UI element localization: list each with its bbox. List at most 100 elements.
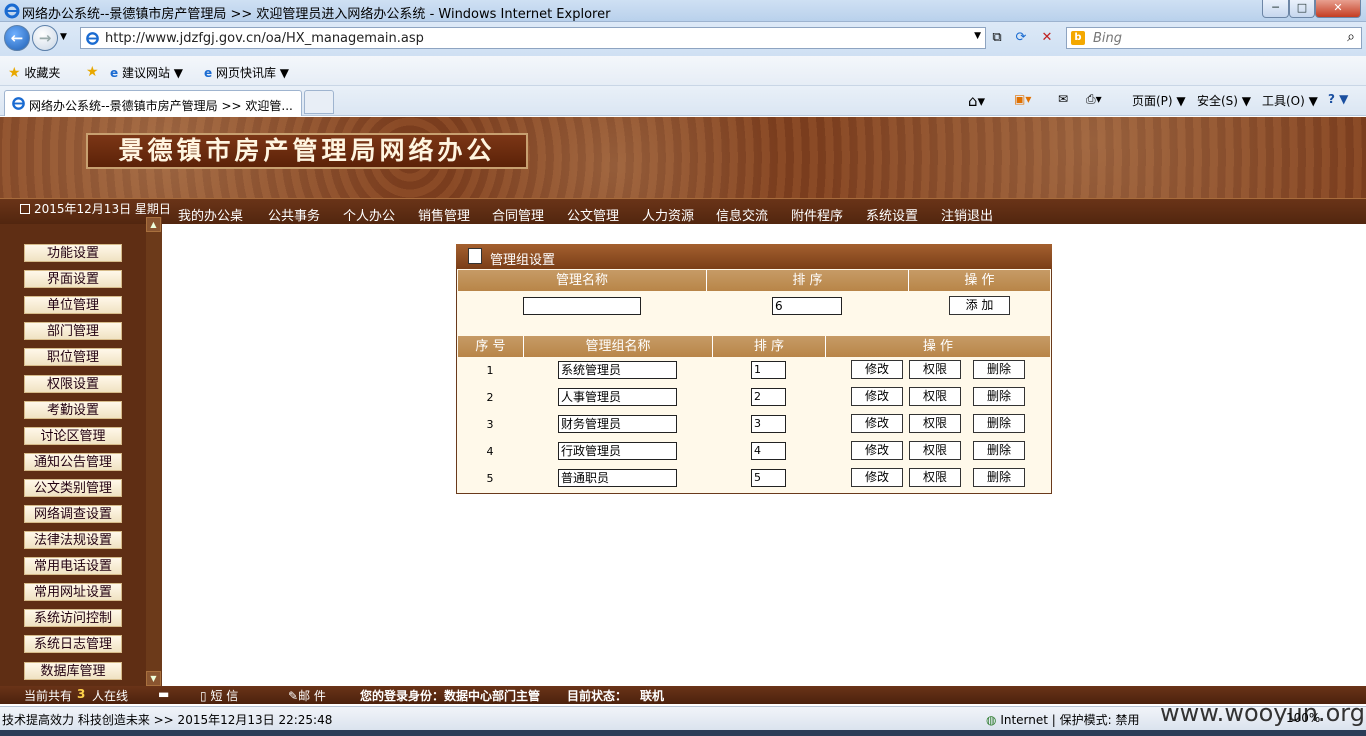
edit-button[interactable]: 修改: [851, 468, 903, 487]
web-slice-gallery-button[interactable]: e 网页快讯库 ▼: [204, 64, 289, 81]
forward-arrow-icon[interactable]: →: [32, 25, 58, 51]
nav-item-3[interactable]: 个人办公: [343, 205, 395, 224]
collapse-icon[interactable]: ▬: [158, 687, 169, 701]
compat-view-icon[interactable]: ⧉: [986, 28, 1008, 48]
new-group-name-input[interactable]: [523, 297, 641, 315]
search-input[interactable]: b Bing ⌕: [1066, 27, 1362, 49]
nav-item-10[interactable]: 系统设置: [866, 205, 918, 224]
add-favorite-icon[interactable]: ★: [86, 64, 99, 80]
page-menu[interactable]: 页面(P) ▼: [1132, 92, 1186, 109]
browser-status-bar: 技术提高效力 科技创造未来 >> 2015年12月13日 22:25:48 ◍ …: [0, 699, 1366, 730]
sidebar-item-14[interactable]: 常用网址设置: [24, 583, 122, 601]
edit-button[interactable]: 修改: [851, 441, 903, 460]
help-icon[interactable]: ? ▼: [1328, 92, 1348, 106]
permission-button[interactable]: 权限: [909, 360, 961, 379]
delete-button[interactable]: 删除: [973, 360, 1025, 379]
home-icon[interactable]: ⌂▾: [968, 92, 985, 110]
sidebar-item-13[interactable]: 常用电话设置: [24, 557, 122, 575]
edit-button[interactable]: 修改: [851, 360, 903, 379]
permission-button[interactable]: 权限: [909, 441, 961, 460]
mail-label: 邮 件: [298, 689, 326, 703]
nav-item-7[interactable]: 人力资源: [642, 205, 694, 224]
print-icon[interactable]: ⎙▾: [1086, 92, 1102, 107]
online-suffix: 人在线: [92, 689, 129, 703]
globe-icon: ◍: [986, 713, 997, 727]
nav-item-11[interactable]: 注销退出: [941, 205, 993, 224]
sidebar-item-15[interactable]: 系统访问控制: [24, 609, 122, 627]
group-name-input[interactable]: 系统管理员: [558, 361, 677, 379]
zoom-level[interactable]: 100%: [1286, 711, 1320, 725]
sidebar-item-10[interactable]: 公文类别管理: [24, 479, 122, 497]
sidebar-item-1[interactable]: 功能设置: [24, 244, 122, 262]
sidebar-item-11[interactable]: 网络调查设置: [24, 505, 122, 523]
sidebar-item-9[interactable]: 通知公告管理: [24, 453, 122, 471]
list-header-action: 操 作: [826, 336, 1050, 357]
sidebar-item-2[interactable]: 界面设置: [24, 270, 122, 288]
safety-menu[interactable]: 安全(S) ▼: [1197, 92, 1251, 109]
nav-item-6[interactable]: 公文管理: [567, 205, 619, 224]
group-order-input[interactable]: 1: [751, 361, 786, 379]
group-order-input[interactable]: 3: [751, 415, 786, 433]
search-icon[interactable]: ⌕: [1347, 29, 1355, 45]
sidebar-item-5[interactable]: 职位管理: [24, 348, 122, 366]
security-zone[interactable]: ◍ Internet | 保护模式: 禁用: [986, 711, 1140, 728]
scroll-down-icon[interactable]: ▼: [146, 671, 161, 686]
permission-button[interactable]: 权限: [909, 387, 961, 406]
tab-active[interactable]: 网络办公系统--景德镇市房产管理局 >> 欢迎管...: [4, 90, 302, 116]
new-tab-button[interactable]: [304, 90, 334, 114]
group-order-input[interactable]: 2: [751, 388, 786, 406]
back-arrow-icon[interactable]: ←: [4, 25, 30, 51]
nav-item-5[interactable]: 合同管理: [492, 205, 544, 224]
window-title: 网络办公系统--景德镇市房产管理局 >> 欢迎管理员进入网络办公系统 - Win…: [22, 7, 611, 22]
tools-menu[interactable]: 工具(O) ▼: [1262, 92, 1318, 109]
scroll-up-icon[interactable]: ▲: [146, 217, 161, 232]
url-field[interactable]: http://www.jdzfgj.gov.cn/oa/HX_managemai…: [80, 27, 986, 49]
nav-item-9[interactable]: 附件程序: [791, 205, 843, 224]
group-name-input[interactable]: 人事管理员: [558, 388, 677, 406]
watermark: www.wooyun.org: [1160, 699, 1365, 727]
minimize-button[interactable]: ─: [1262, 0, 1289, 18]
group-name-input[interactable]: 财务管理员: [558, 415, 677, 433]
maximize-button[interactable]: □: [1289, 0, 1315, 18]
permission-button[interactable]: 权限: [909, 414, 961, 433]
delete-button[interactable]: 删除: [973, 387, 1025, 406]
edit-button[interactable]: 修改: [851, 387, 903, 406]
permission-button[interactable]: 权限: [909, 468, 961, 487]
nav-item-2[interactable]: 公共事务: [268, 205, 320, 224]
sidebar-item-3[interactable]: 单位管理: [24, 296, 122, 314]
new-group-order-input[interactable]: 6: [772, 297, 842, 315]
nav-item-4[interactable]: 销售管理: [418, 205, 470, 224]
sms-link[interactable]: ▯ 短 信: [200, 687, 238, 704]
sidebar-item-4[interactable]: 部门管理: [24, 322, 122, 340]
history-dropdown-icon[interactable]: ▼: [60, 32, 67, 42]
tab-ie-icon: [12, 97, 25, 110]
sidebar-scrollbar[interactable]: ▲ ▼: [146, 217, 162, 686]
nav-item-1[interactable]: 我的办公桌: [178, 205, 243, 224]
sidebar-item-12[interactable]: 法律法规设置: [24, 531, 122, 549]
delete-button[interactable]: 删除: [973, 414, 1025, 433]
group-name-input[interactable]: 普通职员: [558, 469, 677, 487]
refresh-icon[interactable]: ⟳: [1010, 28, 1032, 48]
sidebar-item-17[interactable]: 数据库管理: [24, 662, 122, 680]
read-mail-icon[interactable]: ✉: [1058, 92, 1068, 106]
col-header-group-name: 管理名称: [458, 270, 707, 291]
group-order-input[interactable]: 5: [751, 469, 786, 487]
close-window-button[interactable]: ✕: [1315, 0, 1361, 18]
sidebar-item-7[interactable]: 考勤设置: [24, 401, 122, 419]
sidebar-item-8[interactable]: 讨论区管理: [24, 427, 122, 445]
group-name-input[interactable]: 行政管理员: [558, 442, 677, 460]
mail-link[interactable]: ✎邮 件: [288, 687, 326, 704]
delete-button[interactable]: 删除: [973, 468, 1025, 487]
sidebar-item-6[interactable]: 权限设置: [24, 375, 122, 393]
sidebar-item-16[interactable]: 系统日志管理: [24, 635, 122, 653]
add-button[interactable]: 添 加: [949, 296, 1010, 315]
suggested-sites-button[interactable]: e 建议网站 ▼: [110, 64, 183, 81]
url-dropdown-icon[interactable]: ▼: [974, 31, 981, 41]
delete-button[interactable]: 删除: [973, 441, 1025, 460]
group-order-input[interactable]: 4: [751, 442, 786, 460]
feeds-icon[interactable]: ▣▾: [1014, 92, 1031, 106]
favorites-button[interactable]: ★ 收藏夹: [8, 64, 60, 81]
nav-item-8[interactable]: 信息交流: [716, 205, 768, 224]
stop-icon[interactable]: ✕: [1036, 28, 1058, 48]
edit-button[interactable]: 修改: [851, 414, 903, 433]
